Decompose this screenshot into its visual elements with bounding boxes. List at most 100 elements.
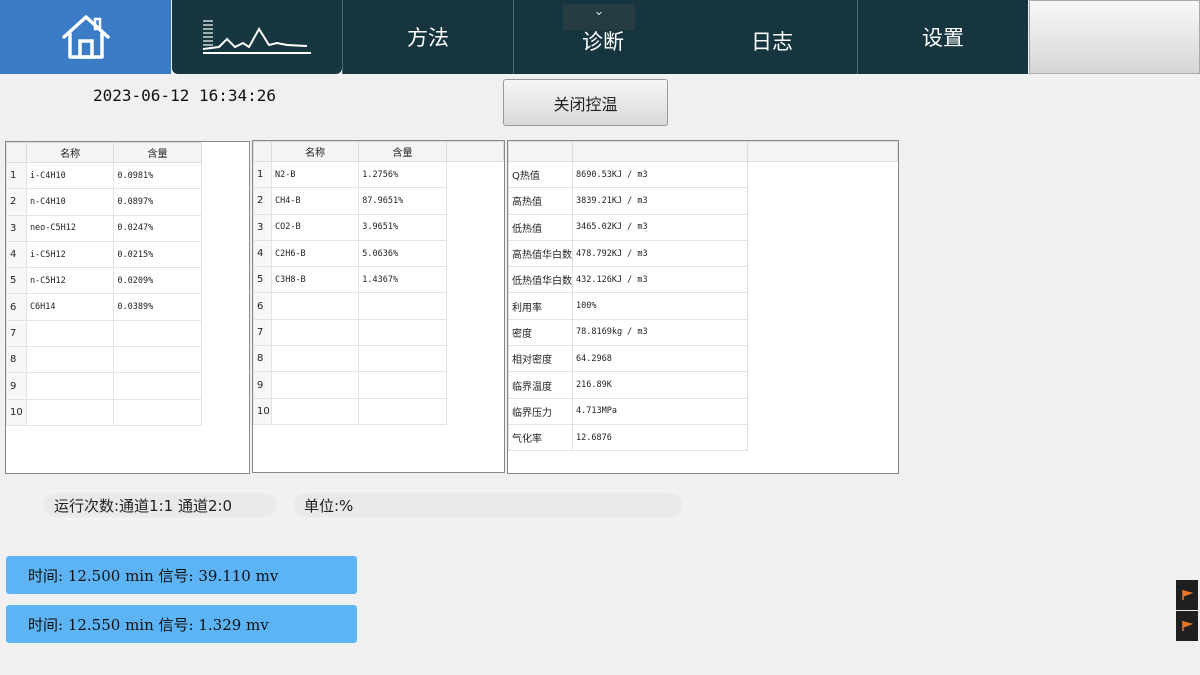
table-filler-cell: [748, 240, 898, 266]
row-index: 9: [6, 372, 27, 400]
property-value: 216.89K: [571, 371, 749, 399]
table-filler-cell: [748, 267, 898, 293]
table-row[interactable]: 临界温度 216.89K: [508, 371, 898, 399]
property-name: 相对密度: [508, 345, 573, 373]
component-content: 0.0209%: [113, 267, 202, 295]
component-content: 0.0389%: [113, 293, 202, 321]
property-name: 气化率: [508, 423, 573, 452]
component-content: 87.9651%: [358, 187, 447, 215]
table-row[interactable]: 8: [253, 345, 504, 373]
close-temperature-control-button[interactable]: 关闭控温: [503, 79, 668, 126]
component-table-2-grid: 名称 含量 1 N2-B 1.2756% 2 CH4-B 87.9651% 3 CO2-B 3.…: [253, 141, 504, 425]
table-filler-cell: [446, 293, 503, 319]
row-index: 6: [6, 293, 27, 321]
chromatogram-button[interactable]: [172, 0, 342, 74]
table-filler-cell: [446, 319, 503, 345]
tab-diagnostics[interactable]: 诊断: [574, 26, 632, 56]
table-filler-cell: [446, 214, 503, 240]
component-content: 0.0247%: [113, 214, 202, 242]
table-row[interactable]: 7: [6, 319, 249, 348]
table-row[interactable]: 利用率 100%: [508, 292, 898, 320]
table-row[interactable]: 2 n-C4H10 0.0897%: [6, 188, 249, 216]
table-row[interactable]: 气化率 12.6876: [508, 423, 898, 452]
row-index: 3: [253, 213, 272, 241]
table-row[interactable]: 7: [253, 318, 504, 347]
property-table-grid: Q热值 8690.53KJ / m3 高热值 3839.21KJ / m3 低热值 346…: [508, 141, 898, 452]
unit-text: 单位:%: [304, 496, 354, 515]
table-row[interactable]: 6: [253, 292, 504, 320]
table-row[interactable]: 高热值华白数 478.792KJ / m3: [508, 239, 898, 268]
table-row[interactable]: 低热值华白数 432.126KJ / m3: [508, 266, 898, 294]
table-row[interactable]: 6 C6H14 0.0389%: [6, 293, 249, 321]
property-table: Q热值 8690.53KJ / m3 高热值 3839.21KJ / m3 低热值 346…: [507, 140, 899, 474]
component-name: [25, 398, 115, 426]
row-index: 4: [253, 239, 272, 268]
table-row[interactable]: 10: [6, 398, 249, 426]
table-row[interactable]: 密度 78.8169kg / m3: [508, 318, 898, 347]
table-row[interactable]: 4 C2H6-B 5.0636%: [253, 239, 504, 268]
table-filler-cell: [748, 319, 898, 345]
table-filler-cell: [446, 398, 503, 424]
table-row[interactable]: 临界压力 4.713MPa: [508, 397, 898, 425]
table-row[interactable]: 9: [253, 371, 504, 399]
table-row[interactable]: Q热值 8690.53KJ / m3: [508, 160, 898, 189]
row-index: 9: [253, 371, 272, 399]
table-row[interactable]: 3 neo-C5H12 0.0247%: [6, 214, 249, 242]
property-name: 利用率: [508, 292, 573, 320]
table-row[interactable]: 2 CH4-B 87.9651%: [253, 187, 504, 215]
table-row[interactable]: 10: [253, 397, 504, 425]
table-row[interactable]: 4 i-C5H12 0.0215%: [6, 240, 249, 269]
chromatogram-icon: [202, 20, 311, 54]
table-row[interactable]: 5 n-C5H12 0.0209%: [6, 267, 249, 295]
table-filler-cell: [748, 398, 898, 424]
table-row[interactable]: 8: [6, 346, 249, 374]
table-row[interactable]: 1 i-C4H10 0.0981%: [6, 161, 249, 190]
component-content: [113, 372, 202, 400]
component-content: [358, 371, 447, 399]
table-header-corner: [253, 141, 272, 162]
table-row[interactable]: 5 C3H8-B 1.4367%: [253, 266, 504, 294]
component-name: [270, 318, 360, 347]
edge-flag-icon[interactable]: [1176, 580, 1198, 610]
table-filler-cell: [446, 267, 503, 293]
property-value: 3839.21KJ / m3: [571, 187, 749, 215]
table-row[interactable]: 相对密度 64.2968: [508, 345, 898, 373]
component-name: n-C4H10: [25, 188, 115, 216]
tab-settings-label: 设置: [922, 26, 964, 50]
property-name: 密度: [508, 318, 573, 347]
table-header-corner: [6, 142, 27, 163]
nav-divider: [857, 0, 858, 74]
chevron-down-icon: ⌄: [593, 4, 605, 19]
table-header-filler: [445, 141, 504, 162]
property-value: 64.2968: [571, 345, 749, 373]
table-filler-cell: [201, 347, 248, 373]
table-header-content: 含量: [358, 141, 447, 162]
property-name: 低热值华白数: [508, 266, 573, 294]
tab-settings[interactable]: 设置: [858, 0, 1028, 74]
component-content: [358, 397, 447, 425]
blank-nav-button[interactable]: [1029, 0, 1200, 74]
property-name: 临界温度: [508, 371, 573, 399]
table-row[interactable]: 低热值 3465.02KJ / m3: [508, 213, 898, 241]
row-index: 8: [6, 346, 27, 374]
component-content: [113, 319, 202, 348]
component-content: 1.4367%: [358, 266, 447, 294]
home-button[interactable]: [0, 0, 171, 74]
property-value: 3465.02KJ / m3: [571, 213, 749, 241]
property-value: 4.713MPa: [571, 397, 749, 425]
row-index: 10: [253, 397, 272, 425]
table-filler-cell: [201, 241, 248, 267]
table-row[interactable]: 9: [6, 372, 249, 400]
table-row[interactable]: 高热值 3839.21KJ / m3: [508, 187, 898, 215]
table-header-filler: [201, 142, 249, 163]
table-row[interactable]: 3 CO2-B 3.9651%: [253, 213, 504, 241]
table-row[interactable]: 1 N2-B 1.2756%: [253, 160, 504, 189]
tab-log[interactable]: 日志: [742, 26, 802, 56]
edge-flag-icon[interactable]: [1176, 611, 1198, 641]
property-name: Q热值: [508, 160, 573, 189]
property-name: 高热值华白数: [508, 239, 573, 268]
table-filler-cell: [748, 346, 898, 372]
component-content: 5.0636%: [358, 239, 447, 268]
tab-method[interactable]: 方法: [343, 0, 513, 74]
row-index: 4: [6, 240, 27, 269]
